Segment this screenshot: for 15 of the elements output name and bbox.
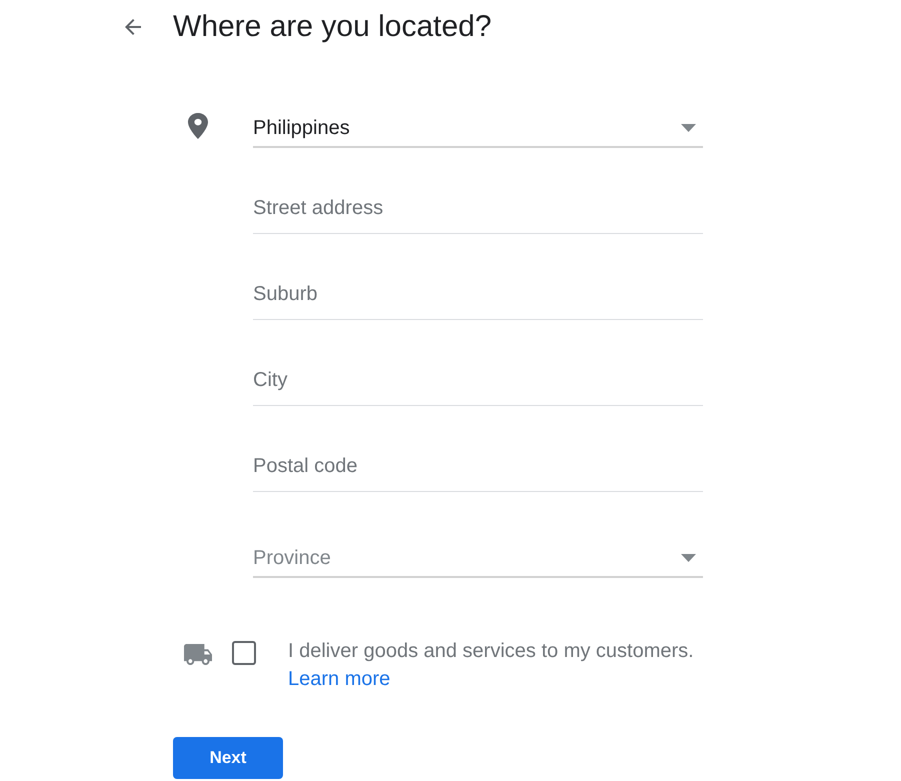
caret-icon: [681, 124, 696, 132]
location-pin-icon: [188, 113, 208, 139]
input-field[interactable]: City: [253, 362, 703, 406]
dropdown-field[interactable]: Province: [253, 534, 703, 578]
input-field[interactable]: Street address: [253, 190, 703, 234]
next-button[interactable]: Next: [173, 737, 283, 779]
delivery-checkbox[interactable]: [232, 641, 256, 665]
learn-more-link[interactable]: Learn more: [288, 668, 390, 690]
caret-icon: [681, 554, 696, 562]
page-title: Where are you located?: [173, 9, 492, 45]
truck-icon: [184, 644, 212, 665]
input-field[interactable]: Suburb: [253, 276, 703, 320]
dropdown-field[interactable]: Philippines: [253, 104, 703, 148]
delivery-label: I deliver goods and services to my customers. Learn more: [288, 639, 695, 692]
input-field[interactable]: Postal code: [253, 448, 703, 492]
